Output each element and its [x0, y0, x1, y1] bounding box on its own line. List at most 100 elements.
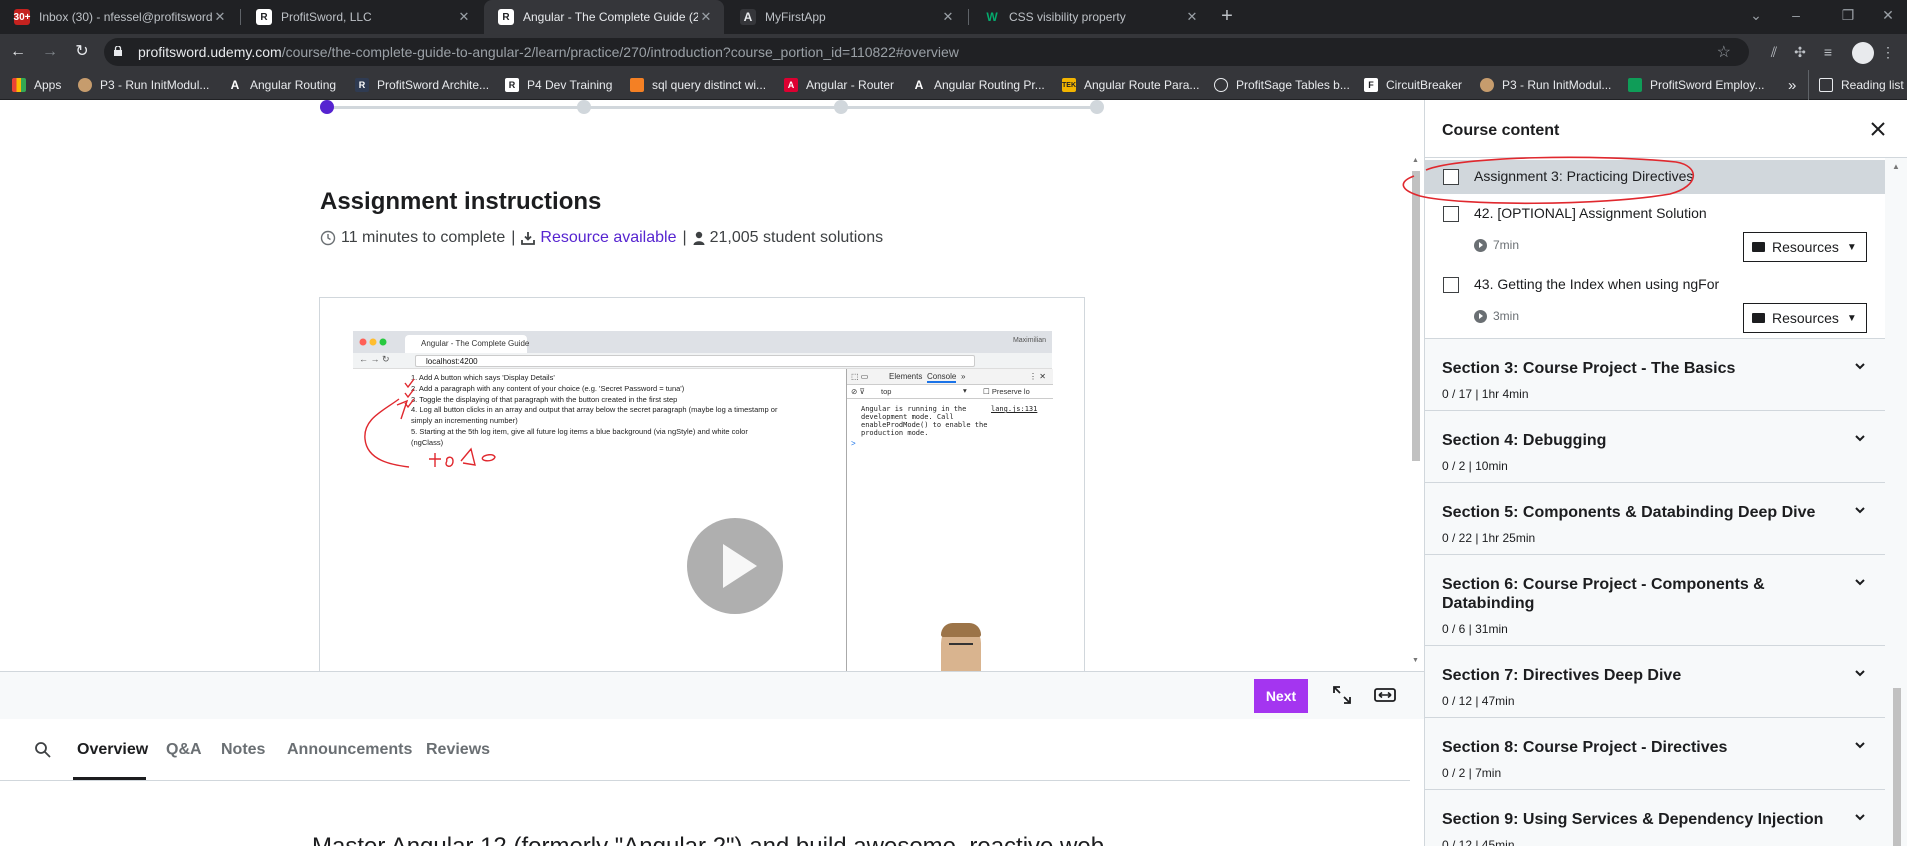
close-icon[interactable]: [1867, 118, 1889, 140]
bookmark-label: P3 - Run InitModul...: [1502, 78, 1612, 92]
clear-console-icon: ⊘ ⊽: [851, 387, 865, 396]
progress-step-3[interactable]: [834, 100, 848, 114]
bookmark-angular-routing-pr[interactable]: A Angular Routing Pr...: [912, 70, 1045, 100]
angular-icon: A: [230, 78, 240, 92]
browser-tab-angular-guide[interactable]: R Angular - The Complete Guide (2 ✕: [484, 0, 724, 34]
bookmark-star-icon[interactable]: ☆: [1717, 42, 1731, 62]
section-progress: 0 / 12 | 47min: [1442, 694, 1515, 708]
bookmark-avatar-icon: [78, 78, 92, 92]
bookmark-avatar-icon: [1480, 78, 1494, 92]
restore-button[interactable]: ❐: [1828, 0, 1868, 34]
bookmark-circuitbreaker[interactable]: F CircuitBreaker: [1364, 70, 1462, 100]
fullscreen-icon[interactable]: [1332, 685, 1352, 705]
tab-notes[interactable]: Notes: [221, 741, 265, 759]
meta-separator: |: [682, 229, 687, 246]
confluence-icon: R: [355, 78, 369, 92]
tab-announcements[interactable]: Announcements: [287, 741, 412, 759]
bookmark-profitsword-archite[interactable]: R ProfitSword Archite...: [355, 70, 489, 100]
browser-tab-profitsword[interactable]: R ProfitSword, LLC ✕: [242, 0, 482, 34]
reload-button[interactable]: ↻: [68, 34, 96, 70]
section-progress: 0 / 22 | 1hr 25min: [1442, 531, 1536, 545]
close-tab-icon[interactable]: ✕: [698, 9, 714, 25]
section-4[interactable]: Section 4: Debugging 0 / 2 | 10min: [1425, 410, 1885, 482]
puzzle-extensions-icon[interactable]: ✣: [1790, 42, 1810, 62]
video-area-scrollbar[interactable]: ▲ ▼: [1410, 157, 1422, 667]
video-browser-tab: Angular - The Complete Guide: [405, 335, 529, 353]
bookmark-p3-run-initmodul-2[interactable]: P3 - Run InitModul...: [1480, 70, 1611, 100]
video-player[interactable]: Angular - The Complete Guide Maximilian …: [353, 331, 1053, 671]
close-tab-icon[interactable]: ✕: [1184, 9, 1200, 25]
resources-dropdown-button[interactable]: Resources ▼: [1743, 232, 1867, 262]
theater-mode-icon[interactable]: [1374, 685, 1396, 705]
back-button[interactable]: ←: [4, 34, 32, 70]
scrollbar-thumb[interactable]: [1893, 688, 1901, 846]
bookmark-profitsage-tables[interactable]: ProfitSage Tables b...: [1214, 70, 1350, 100]
resource-available-link[interactable]: Resource available: [540, 229, 676, 247]
resources-label: Resources: [1772, 310, 1839, 326]
section-3[interactable]: Section 3: Course Project - The Basics 0…: [1425, 338, 1885, 410]
close-tab-icon[interactable]: ✕: [212, 9, 228, 25]
search-icon[interactable]: [34, 741, 52, 759]
progress-step-4[interactable]: [1090, 100, 1104, 114]
address-bar[interactable]: profitsword.udemy.com/course/the-complet…: [104, 38, 1749, 66]
tab-reviews[interactable]: Reviews: [426, 741, 490, 759]
duration-text: 7min: [1493, 238, 1520, 252]
close-tab-icon[interactable]: ✕: [940, 9, 956, 25]
bookmark-sql-query[interactable]: sql query distinct wi...: [630, 70, 766, 100]
close-tab-icon[interactable]: ✕: [456, 9, 472, 25]
close-window-button[interactable]: ✕: [1868, 0, 1907, 34]
bookmark-angular-router[interactable]: A Angular - Router: [784, 70, 894, 100]
student-solutions-count: 21,005 student solutions: [709, 229, 884, 246]
profile-avatar[interactable]: [1852, 42, 1874, 64]
section-6[interactable]: Section 6: Course Project - Components &…: [1425, 554, 1885, 645]
chevron-down-icon: [1855, 435, 1865, 442]
section-8[interactable]: Section 8: Course Project - Directives 0…: [1425, 717, 1885, 789]
browser-tab-css-visibility[interactable]: W CSS visibility property ✕: [970, 0, 1210, 34]
progress-step-1[interactable]: [320, 100, 334, 114]
devtools-tab-console: Console: [927, 372, 957, 383]
bookmark-p3-run-initmodul[interactable]: P3 - Run InitModul...: [78, 70, 209, 100]
menu-kebab-icon[interactable]: ⋮: [1878, 42, 1898, 62]
user-icon: [693, 231, 705, 245]
section-7[interactable]: Section 7: Directives Deep Dive 0 / 12 |…: [1425, 645, 1885, 717]
lecture-complete-checkbox[interactable]: [1443, 206, 1459, 222]
media-control-icon[interactable]: ≡: [1818, 42, 1838, 62]
tab-search-icon[interactable]: ⌄: [1736, 0, 1776, 34]
stackoverflow-icon: [630, 78, 644, 92]
tab-divider: [968, 9, 969, 25]
bookmark-apps[interactable]: Apps: [12, 70, 61, 100]
lecture-item-43[interactable]: 43. Getting the Index when using ngFor 3…: [1425, 265, 1885, 338]
bookmarks-overflow-button[interactable]: »: [1788, 70, 1796, 100]
bookmark-angular-route-para[interactable]: TEK Angular Route Para...: [1062, 70, 1199, 100]
browser-tab-gmail[interactable]: 30+ Inbox (30) - nfessel@profitsword ✕: [0, 0, 238, 34]
reading-list-label: Reading list: [1841, 78, 1904, 92]
tab-overview[interactable]: Overview: [77, 741, 148, 759]
url-host: profitsword.udemy.com: [138, 44, 282, 60]
url-text: profitsword.udemy.com/course/the-complet…: [138, 44, 959, 60]
section-5[interactable]: Section 5: Components & Databinding Deep…: [1425, 482, 1885, 554]
new-tab-button[interactable]: +: [1214, 4, 1240, 30]
scroll-up-arrow[interactable]: ▲: [1892, 162, 1900, 171]
minutes-to-complete: 11 minutes to complete: [341, 229, 506, 246]
sidebar-scrollbar[interactable]: ▲: [1885, 158, 1907, 846]
play-button[interactable]: [687, 518, 783, 614]
sidebar-title: Course content: [1442, 122, 1560, 139]
next-button[interactable]: Next: [1254, 679, 1308, 713]
section-9[interactable]: Section 9: Using Services & Dependency I…: [1425, 789, 1885, 846]
tab-title: CSS visibility property: [1009, 10, 1126, 24]
forward-button[interactable]: →: [36, 34, 64, 70]
minimize-button[interactable]: –: [1776, 0, 1816, 34]
progress-step-2[interactable]: [577, 100, 591, 114]
bookmark-angular-routing[interactable]: A Angular Routing: [228, 70, 336, 100]
bookmark-p4-dev-training[interactable]: R P4 Dev Training: [505, 70, 612, 100]
resources-dropdown-button[interactable]: Resources ▼: [1743, 303, 1867, 333]
extension-icon[interactable]: ⫽: [1764, 42, 1784, 62]
reading-list-button[interactable]: Reading list: [1808, 70, 1904, 100]
video-browser-tabbar: Angular - The Complete Guide Maximilian: [353, 331, 1052, 353]
udemy-page: Assignment instructions 11 minutes to co…: [0, 100, 1907, 846]
tab-qa[interactable]: Q&A: [166, 741, 202, 759]
scrollbar-thumb[interactable]: [1412, 171, 1420, 461]
bookmark-profitsword-employ[interactable]: ProfitSword Employ...: [1628, 70, 1764, 100]
lecture-complete-checkbox[interactable]: [1443, 277, 1459, 293]
browser-tab-myfirstapp[interactable]: A MyFirstApp ✕: [726, 0, 966, 34]
